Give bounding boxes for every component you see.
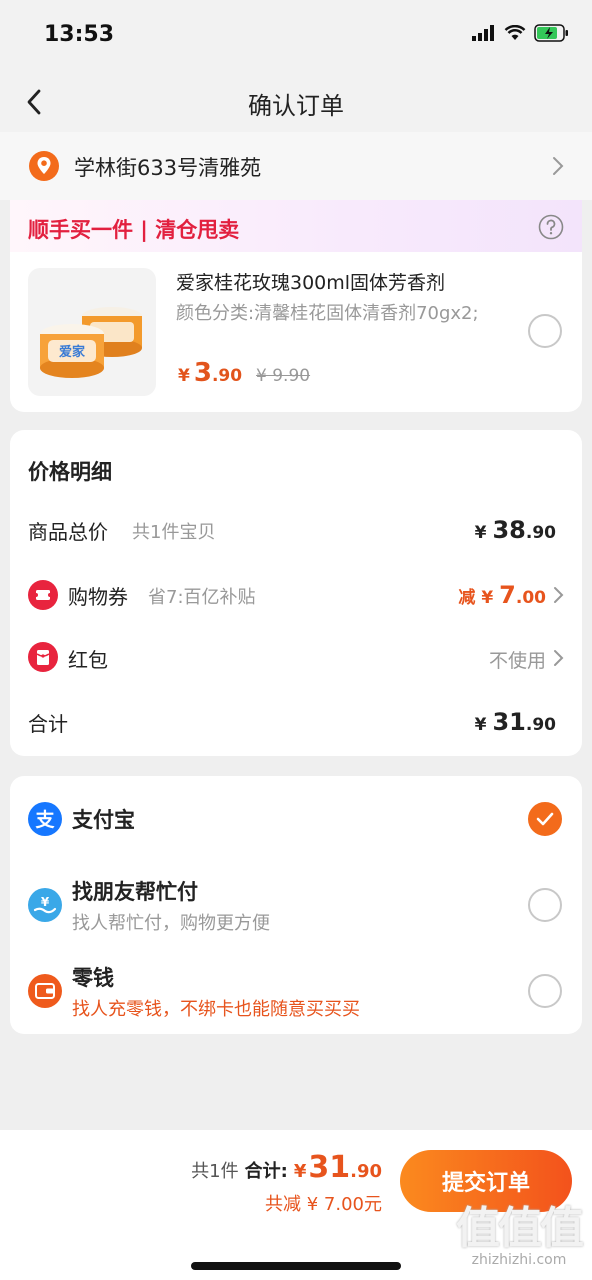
signal-icon bbox=[472, 25, 494, 41]
total-decimal: .90 bbox=[350, 1161, 382, 1182]
address-selector[interactable]: 学林街633号清雅苑 bbox=[0, 132, 592, 200]
currency-symbol: ¥ bbox=[474, 715, 487, 735]
coupon-sub: 省7:百亿补贴 bbox=[148, 587, 256, 608]
chevron-right-icon bbox=[554, 650, 564, 666]
chevron-right-icon bbox=[553, 157, 564, 175]
payment-desc: 找人充零钱，不绑卡也能随意买买买 bbox=[72, 999, 360, 1020]
currency-symbol: ¥ bbox=[293, 1161, 307, 1182]
chevron-right-icon bbox=[554, 587, 564, 603]
red-packet-icon bbox=[28, 642, 58, 672]
goods-total-label: 商品总价 bbox=[28, 520, 108, 544]
red-packet-label: 红包 bbox=[68, 648, 108, 672]
currency-symbol: ¥ bbox=[481, 588, 494, 608]
coupon-icon bbox=[28, 580, 58, 610]
status-time: 13:53 bbox=[44, 22, 115, 47]
discount-prefix: 减 bbox=[458, 588, 476, 608]
payment-name: 找朋友帮忙付 bbox=[72, 880, 198, 904]
amount-decimal: .90 bbox=[525, 715, 556, 735]
status-bar: 13:53 bbox=[0, 0, 592, 70]
help-icon[interactable] bbox=[538, 214, 564, 240]
total-integer: 31 bbox=[308, 1150, 351, 1185]
original-price: ¥ 9.90 bbox=[256, 366, 311, 386]
payment-name: 支付宝 bbox=[72, 808, 135, 832]
watermark: 值值值 zhizhizhi.com bbox=[456, 1192, 584, 1268]
wifi-icon bbox=[504, 25, 526, 40]
amount-integer: 7 bbox=[499, 581, 516, 609]
coupon-label: 购物券 bbox=[68, 585, 128, 609]
promo-select-radio[interactable] bbox=[528, 314, 562, 348]
svg-text:支: 支 bbox=[34, 809, 55, 831]
currency-symbol: ¥ bbox=[178, 366, 190, 386]
page-title: 确认订单 bbox=[248, 92, 344, 120]
product-price: ¥3.90 bbox=[178, 358, 242, 388]
item-count: 共1件 bbox=[191, 1161, 239, 1182]
product-photo: 爱家 bbox=[40, 307, 142, 378]
sum-amount: ¥31.90 bbox=[475, 708, 556, 736]
balance-radio[interactable] bbox=[528, 974, 562, 1008]
product-brand-label: 爱家 bbox=[59, 344, 86, 360]
saved-amount: 共减 ¥ 7.00元 bbox=[265, 1194, 382, 1215]
red-packet-value: 不使用 bbox=[488, 650, 546, 672]
price-detail-card: 价格明细 商品总价 共1件宝贝 ¥38.90 购物券 省7:百亿补贴 减 ¥7.0… bbox=[10, 430, 582, 756]
nav-bar: 确认订单 bbox=[0, 70, 592, 132]
payment-methods-card: 支 支付宝 ¥ 找朋友帮忙付 找人帮忙付，购物更方便 零钱 找人充零钱，不绑卡也… bbox=[10, 776, 582, 1034]
goods-total-amount: ¥38.90 bbox=[475, 516, 556, 544]
alipay-radio[interactable] bbox=[528, 802, 562, 836]
product-spec: 颜色分类:清馨桂花固体清香剂70gx2; bbox=[176, 303, 479, 324]
watermark-site: zhizhizhi.com bbox=[471, 1252, 567, 1268]
coupon-amount: 减 ¥7.00 bbox=[458, 581, 546, 609]
alipay-icon: 支 bbox=[28, 802, 62, 836]
goods-total-sub: 共1件宝贝 bbox=[132, 522, 216, 543]
payment-name: 零钱 bbox=[72, 966, 114, 990]
wallet-icon bbox=[28, 974, 62, 1008]
order-total: 共1件 合计: ¥31.90 bbox=[191, 1150, 382, 1185]
promo-card: 顺手买一件 | 清仓甩卖 爱家 爱家桂花玫瑰300ml固体芳香剂 颜色分类:清馨… bbox=[10, 200, 582, 412]
product-name: 爱家桂花玫瑰300ml固体芳香剂 bbox=[176, 272, 446, 294]
currency-symbol: ¥ bbox=[474, 523, 487, 543]
payment-desc: 找人帮忙付，购物更方便 bbox=[72, 913, 270, 934]
price-detail-title: 价格明细 bbox=[28, 460, 112, 484]
price-decimal: .90 bbox=[211, 366, 243, 386]
home-indicator[interactable] bbox=[191, 1262, 401, 1270]
amount-decimal: .90 bbox=[525, 523, 556, 543]
amount-decimal: .00 bbox=[515, 588, 546, 608]
friend-pay-icon: ¥ bbox=[28, 888, 62, 922]
battery-charging-icon bbox=[534, 24, 568, 42]
total-price: ¥31.90 bbox=[294, 1150, 382, 1185]
status-icons bbox=[472, 24, 570, 42]
price-integer: 3 bbox=[193, 358, 212, 388]
check-icon bbox=[536, 812, 554, 826]
product-image[interactable]: 爱家 bbox=[28, 268, 156, 396]
watermark-logo: 值值值 bbox=[456, 1203, 584, 1254]
total-label: 合计: bbox=[244, 1161, 288, 1182]
friend-pay-radio[interactable] bbox=[528, 888, 562, 922]
amount-integer: 31 bbox=[492, 708, 526, 736]
promo-header: 顺手买一件 | 清仓甩卖 bbox=[10, 200, 582, 252]
address-text: 学林街633号清雅苑 bbox=[74, 156, 262, 180]
promo-title: 顺手买一件 | 清仓甩卖 bbox=[28, 218, 240, 242]
location-pin-icon bbox=[29, 151, 59, 181]
sum-label: 合计 bbox=[28, 712, 68, 736]
amount-integer: 38 bbox=[492, 516, 526, 544]
svg-text:¥: ¥ bbox=[41, 895, 50, 909]
